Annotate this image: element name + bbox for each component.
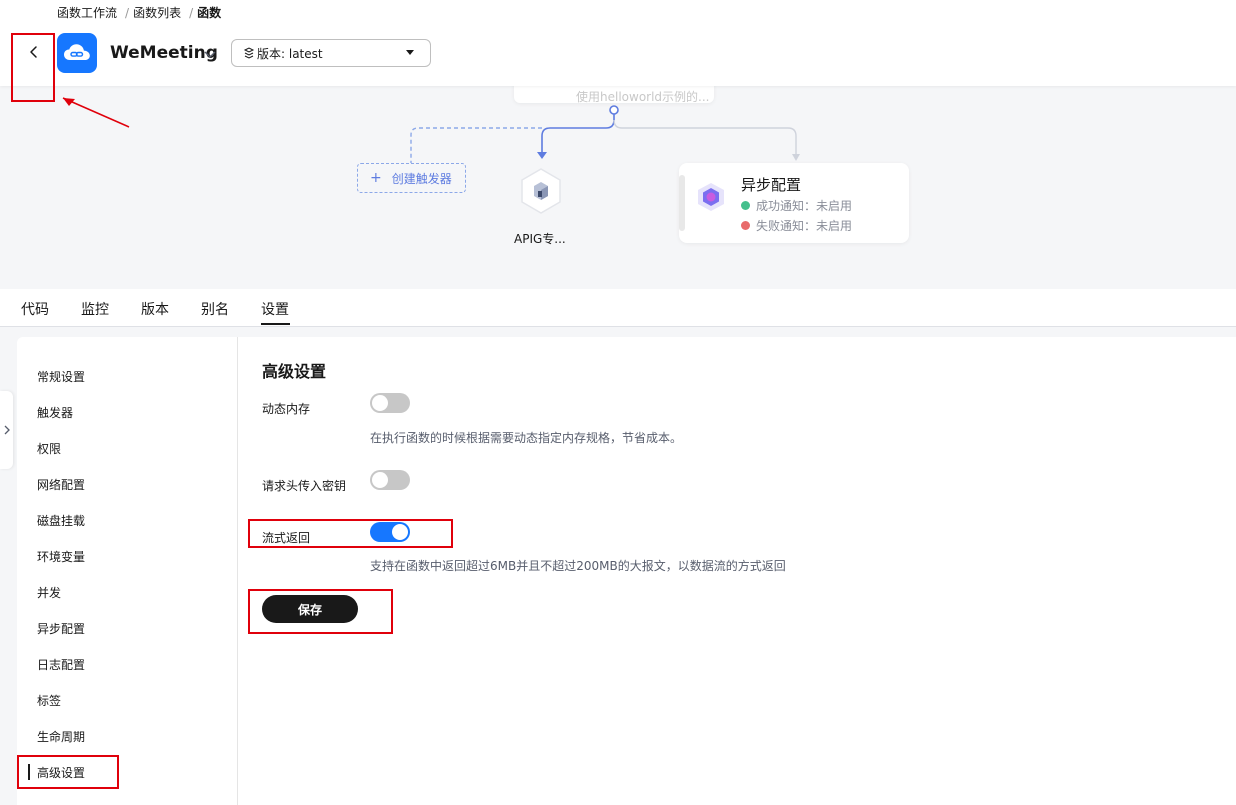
tab-code[interactable]: 代码	[21, 299, 49, 319]
streaming-response-toggle[interactable]	[370, 522, 410, 542]
menu-item-general[interactable]: 常规设置	[37, 368, 85, 385]
tab-version[interactable]: 版本	[141, 299, 169, 319]
flow-connectors	[410, 105, 800, 163]
node-side-bar	[679, 175, 685, 231]
header-secret-toggle[interactable]	[370, 470, 410, 490]
dynamic-memory-hint: 在执行函数的时候根据需要动态指定内存规格，节省成本。	[370, 431, 683, 445]
async-config-title: 异步配置	[741, 176, 802, 194]
add-trigger-label: 创建触发器	[391, 171, 452, 186]
apig-trigger-node[interactable]	[517, 167, 565, 215]
chevron-down-icon[interactable]	[202, 46, 218, 62]
add-trigger-button[interactable]: + 创建触发器	[357, 163, 466, 193]
toggle-knob	[372, 395, 388, 411]
chevron-right-icon	[4, 425, 10, 435]
settings-side-menu: 常规设置 触发器 权限 网络配置 磁盘挂载 环境变量 并发 异步配置 日志配置 …	[17, 337, 238, 805]
breadcrumb-item-functiongraph[interactable]: 函数工作流	[57, 6, 117, 20]
sidebar-collapse-handle[interactable]	[0, 391, 13, 469]
fail-notify-row: 失败通知：未启用	[741, 217, 852, 234]
apig-trigger-label: APIG专...	[514, 232, 566, 246]
menu-item-env-vars[interactable]: 环境变量	[37, 548, 85, 565]
menu-item-logs[interactable]: 日志配置	[37, 656, 85, 673]
success-notify-label: 成功通知：未启用	[756, 199, 853, 213]
success-notify-row: 成功通知：未启用	[741, 197, 852, 214]
menu-item-network[interactable]: 网络配置	[37, 476, 85, 493]
async-config-icon	[698, 183, 724, 211]
status-dot-success	[741, 201, 750, 210]
function-tabs: 代码 监控 版本 别名 设置	[0, 289, 1236, 327]
breadcrumb-separator: /	[189, 6, 194, 20]
menu-item-concurrency[interactable]: 并发	[37, 584, 61, 601]
header-secret-label: 请求头传入密钥	[262, 479, 347, 493]
caret-down-icon	[406, 50, 414, 55]
breadcrumb-item-function-list[interactable]: 函数列表	[133, 6, 181, 20]
cloud-link-icon	[64, 44, 90, 60]
toggle-knob	[372, 472, 388, 488]
flow-canvas: 使用helloworld示例的... + 创建触发器 APIG专... 异步配置…	[0, 86, 1236, 289]
streaming-response-label: 流式返回	[262, 531, 311, 545]
menu-item-disk-mount[interactable]: 磁盘挂载	[37, 512, 85, 529]
function-node[interactable]: 使用helloworld示例的...	[514, 86, 714, 104]
streaming-response-hint: 支持在函数中返回超过6MB并且不超过200MB的大报文，以数据流的方式返回	[370, 559, 786, 573]
menu-item-async[interactable]: 异步配置	[37, 620, 85, 637]
fail-notify-label: 失败通知：未启用	[756, 219, 853, 233]
tab-monitor[interactable]: 监控	[81, 299, 109, 319]
menu-item-tags[interactable]: 标签	[37, 692, 61, 709]
breadcrumb-separator: /	[125, 6, 130, 20]
plus-icon: +	[370, 170, 382, 186]
status-dot-fail	[741, 221, 750, 230]
app-logo	[57, 33, 97, 73]
menu-active-indicator	[28, 764, 30, 780]
breadcrumb: 函数工作流 / 函数列表 / 函数	[57, 4, 225, 21]
toggle-knob	[392, 524, 408, 540]
function-node-desc: 使用helloworld示例的...	[576, 90, 710, 104]
menu-item-permissions[interactable]: 权限	[37, 440, 61, 457]
tab-settings[interactable]: 设置	[261, 299, 289, 319]
breadcrumb-item-current: 函数	[197, 6, 222, 20]
chevron-left-icon	[30, 46, 37, 58]
active-tab-underline	[261, 323, 290, 325]
page-header: 函数工作流 / 函数列表 / 函数 WeMeeting 版本: latest	[0, 0, 1236, 86]
dynamic-memory-label: 动态内存	[262, 402, 311, 416]
async-config-node[interactable]: 异步配置 成功通知：未启用 失败通知：未启用	[679, 163, 909, 243]
version-select[interactable]: 版本: latest	[231, 39, 431, 67]
menu-item-lifecycle[interactable]: 生命周期	[37, 728, 85, 745]
menu-item-advanced[interactable]: 高级设置	[37, 764, 85, 781]
menu-item-triggers[interactable]: 触发器	[37, 404, 73, 421]
panel-title: 高级设置	[262, 362, 327, 381]
back-button[interactable]	[22, 40, 46, 64]
version-branch-icon	[243, 47, 255, 59]
save-button[interactable]: 保存	[262, 595, 358, 623]
dynamic-memory-toggle[interactable]	[370, 393, 410, 413]
tab-alias[interactable]: 别名	[201, 299, 229, 319]
version-select-value: 版本: latest	[257, 46, 323, 61]
